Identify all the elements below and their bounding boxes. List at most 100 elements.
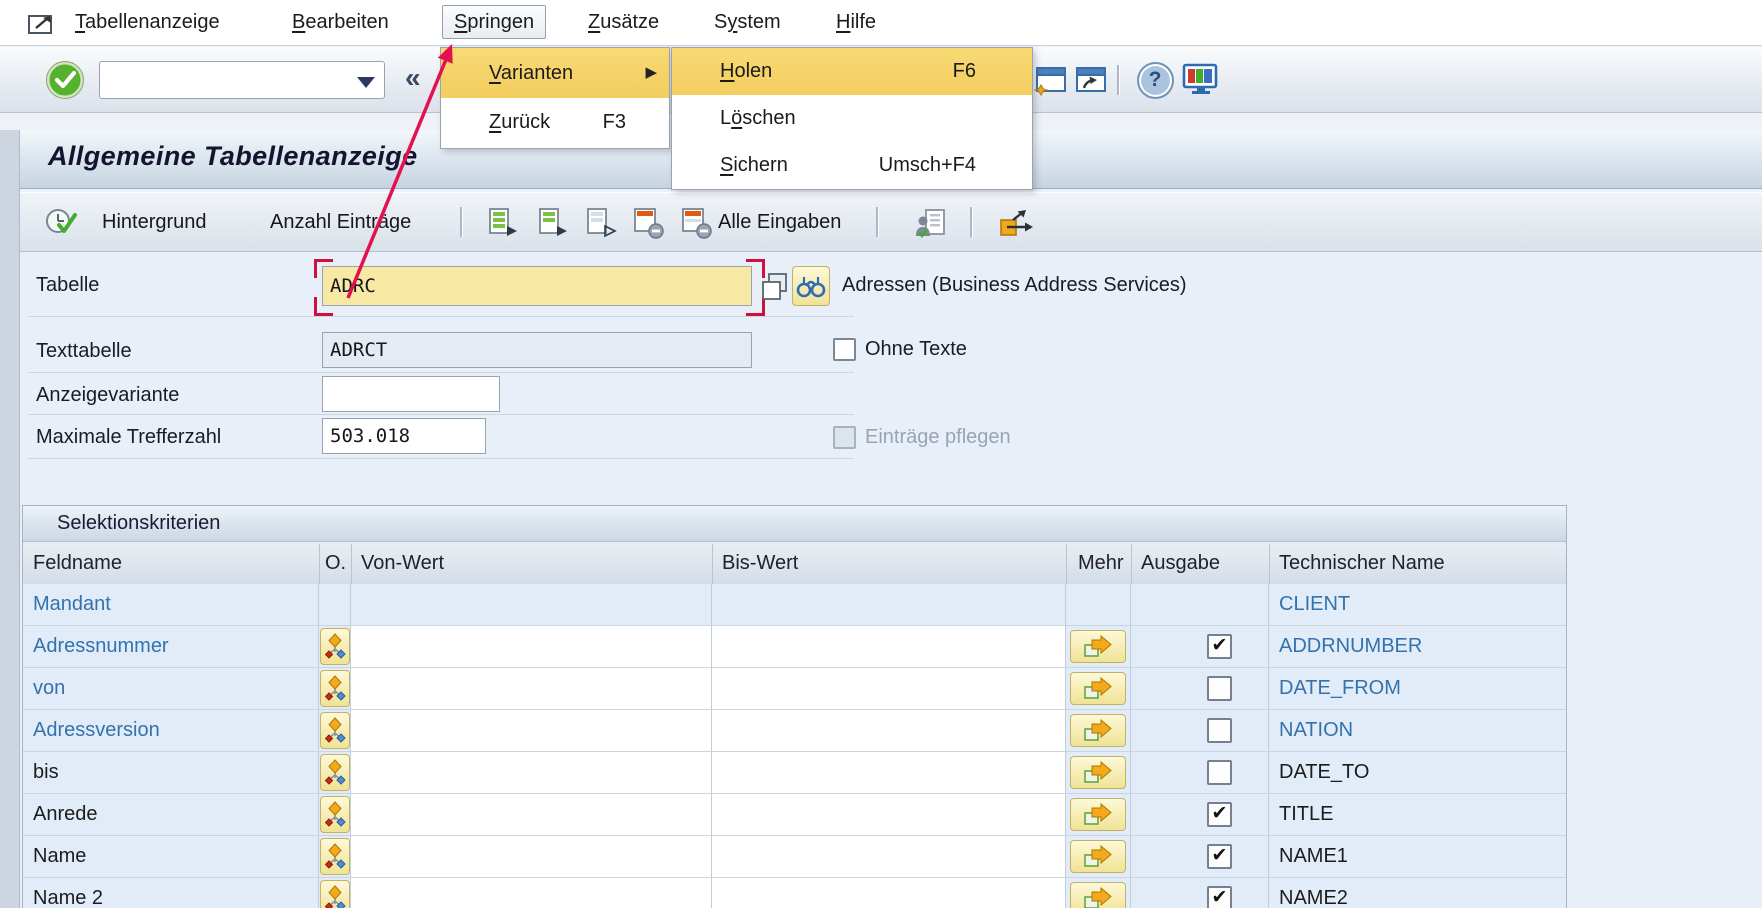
divider xyxy=(28,414,854,415)
find-button[interactable] xyxy=(792,266,830,306)
bis-wert-input[interactable] xyxy=(712,836,1066,877)
column-header: Technischer Name xyxy=(1279,544,1445,583)
ausgabe-cell: ✔ xyxy=(1131,878,1269,908)
output-checkbox[interactable]: ✔ xyxy=(1207,886,1232,908)
selection-row-addrnumber: Adressnummer✔ADDRNUMBER xyxy=(23,626,1566,668)
selection-options-button[interactable] xyxy=(320,838,350,875)
technical-name: DATE_TO xyxy=(1269,752,1566,793)
output-checkbox[interactable] xyxy=(1207,760,1232,785)
menu-tabellenanzeige[interactable]: Tabellenanzeige xyxy=(64,6,231,38)
menu-item-zur-ck[interactable]: ZurückF3 xyxy=(441,98,669,147)
max-hits-input[interactable]: 503.018 xyxy=(322,418,486,454)
execute-icon[interactable] xyxy=(42,205,80,241)
content-area: Tabelle ADRC Adressen (Business Address … xyxy=(20,252,1762,908)
without-texts-checkbox[interactable] xyxy=(833,338,856,361)
field-label: Adressversion xyxy=(23,710,319,751)
select-all-icon[interactable] xyxy=(484,205,522,241)
menu-functions-icon[interactable] xyxy=(26,9,58,37)
window-left-frame xyxy=(0,130,20,908)
selection-options-button[interactable] xyxy=(320,628,350,665)
multiple-selection-button[interactable] xyxy=(1070,798,1126,831)
display-variant-input[interactable] xyxy=(322,376,500,412)
new-session-icon[interactable] xyxy=(1032,60,1070,100)
multiple-selection-button[interactable] xyxy=(1070,672,1126,705)
selection-options-button[interactable] xyxy=(320,880,350,908)
menu-system[interactable]: System xyxy=(703,6,792,38)
selection-options-button[interactable] xyxy=(320,670,350,707)
divider xyxy=(28,316,854,317)
output-checkbox[interactable] xyxy=(1207,676,1232,701)
text-table-input: ADRCT xyxy=(322,332,752,368)
menu-springen[interactable]: Springen xyxy=(442,5,546,39)
output-checkbox[interactable]: ✔ xyxy=(1207,634,1232,659)
option-cell xyxy=(319,878,351,908)
help-icon[interactable]: ? xyxy=(1136,60,1174,100)
von-wert-input[interactable] xyxy=(351,878,712,908)
possible-entries-icon[interactable] xyxy=(756,269,794,305)
select-block-icon[interactable] xyxy=(534,205,572,241)
bis-wert-input[interactable] xyxy=(712,626,1066,667)
output-checkbox[interactable]: ✔ xyxy=(1207,802,1232,827)
command-input[interactable] xyxy=(104,64,348,96)
technical-name: NAME2 xyxy=(1269,878,1566,908)
technical-name: TITLE xyxy=(1269,794,1566,835)
field-label: bis xyxy=(23,752,319,793)
create-shortcut-icon[interactable] xyxy=(1072,60,1110,100)
option-cell xyxy=(319,710,351,751)
selection-options-button[interactable] xyxy=(320,712,350,749)
von-wert-input[interactable] xyxy=(351,668,712,709)
delete-selection-icon[interactable] xyxy=(630,205,668,241)
output-checkbox[interactable]: ✔ xyxy=(1207,844,1232,869)
menu-item-holen[interactable]: HolenF6 xyxy=(672,48,1032,95)
von-wert-input[interactable] xyxy=(351,626,712,667)
multiple-selection-button[interactable] xyxy=(1070,840,1126,873)
menu-item-sichern[interactable]: SichernUmsch+F4 xyxy=(672,142,1032,188)
count-entries-button[interactable]: Anzahl Einträge xyxy=(270,193,411,251)
bis-wert-input[interactable] xyxy=(712,878,1066,908)
bis-wert-input[interactable] xyxy=(712,710,1066,751)
bis-wert-input[interactable] xyxy=(712,668,1066,709)
focus-bracket xyxy=(314,259,333,278)
menu-hilfe[interactable]: Hilfe xyxy=(825,6,887,38)
multiple-selection-button[interactable] xyxy=(1070,714,1126,747)
skip-icon[interactable] xyxy=(998,205,1036,241)
menu-item-l-schen[interactable]: Löschen xyxy=(672,95,1032,142)
command-field[interactable] xyxy=(99,61,385,99)
menu-bearbeiten[interactable]: Bearbeiten xyxy=(281,6,400,38)
menu-item-varianten[interactable]: Varianten▶ xyxy=(441,48,669,98)
menu-zusätze[interactable]: Zusätze xyxy=(577,6,670,38)
selection-row-date_to: bis DATE_TO xyxy=(23,752,1566,794)
mehr-cell xyxy=(1066,668,1131,709)
selection-options-button[interactable] xyxy=(320,796,350,833)
bis-wert-input[interactable] xyxy=(712,752,1066,793)
shortcut-label: Umsch+F4 xyxy=(879,142,976,188)
selection-options-icon xyxy=(324,632,346,662)
command-dropdown-icon[interactable] xyxy=(357,77,375,88)
collapse-toolbar-icon[interactable]: « xyxy=(405,62,421,94)
option-cell xyxy=(319,626,351,667)
enter-button[interactable] xyxy=(45,60,85,100)
without-texts-label: Ohne Texte xyxy=(865,338,967,361)
mehr-cell xyxy=(1066,752,1131,793)
selection-options-button[interactable] xyxy=(320,754,350,791)
delete-all-selections-icon[interactable] xyxy=(678,205,716,241)
deselect-all-icon[interactable] xyxy=(582,205,620,241)
user-settings-icon[interactable] xyxy=(912,205,950,241)
von-wert-input[interactable] xyxy=(351,710,712,751)
text-table-label: Texttabelle xyxy=(36,340,132,363)
customize-layout-icon[interactable] xyxy=(1182,60,1220,100)
bis-wert-input[interactable] xyxy=(712,794,1066,835)
all-inputs-button[interactable]: Alle Eingaben xyxy=(718,193,841,251)
von-wert-input[interactable] xyxy=(351,752,712,793)
option-cell xyxy=(319,794,351,835)
background-button[interactable]: Hintergrund xyxy=(102,193,207,251)
output-checkbox[interactable] xyxy=(1207,718,1232,743)
multiple-selection-button[interactable] xyxy=(1070,882,1126,908)
selection-row-name2: Name 2✔NAME2 xyxy=(23,878,1566,908)
table-name-input[interactable]: ADRC xyxy=(322,266,752,306)
multiple-selection-button[interactable] xyxy=(1070,630,1126,663)
von-wert-input[interactable] xyxy=(351,794,712,835)
von-wert-input[interactable] xyxy=(351,836,712,877)
mehr-cell xyxy=(1066,836,1131,877)
multiple-selection-button[interactable] xyxy=(1070,756,1126,789)
